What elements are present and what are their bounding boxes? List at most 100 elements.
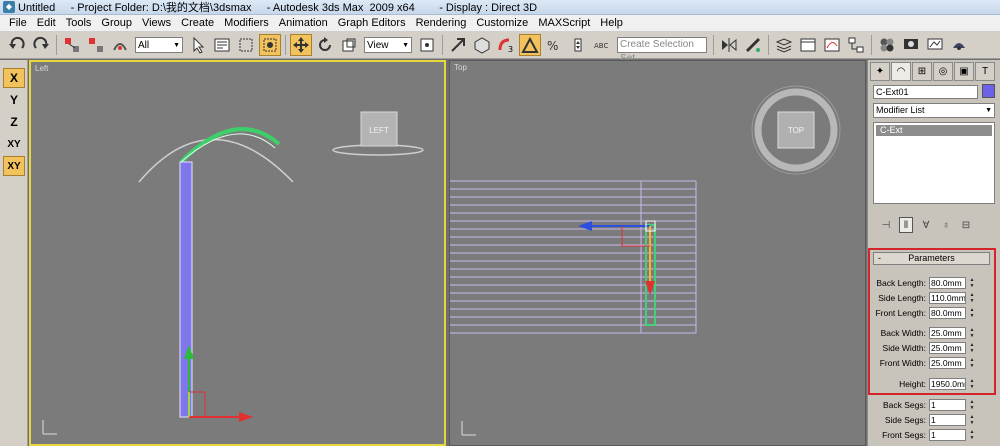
- menu-graph-editors[interactable]: Graph Editors: [333, 17, 411, 29]
- parameters-rollout-header[interactable]: - Parameters: [873, 252, 990, 265]
- bind-to-space-warp-icon[interactable]: [109, 34, 131, 56]
- height-input[interactable]: 1950.0mm: [929, 377, 966, 390]
- spinner-icon[interactable]: ▲ ▼: [968, 327, 976, 339]
- menu-rendering[interactable]: Rendering: [411, 17, 472, 29]
- side-length-input[interactable]: 110.0mm: [929, 291, 966, 304]
- named-selection-set-input[interactable]: Create Selection Set: [617, 37, 707, 64]
- title-bar: ◆ Untitled - Project Folder: D:\我的文档\3ds…: [0, 0, 1000, 15]
- undo-icon[interactable]: [6, 34, 28, 56]
- menu-file[interactable]: File: [4, 17, 32, 29]
- align-icon[interactable]: [742, 34, 764, 56]
- app-icon[interactable]: ◆: [3, 1, 15, 13]
- select-by-name-icon[interactable]: [211, 34, 233, 56]
- select-and-rotate-icon[interactable]: [314, 34, 336, 56]
- side-segs-input[interactable]: 1: [929, 413, 966, 426]
- modifier-list-dropdown[interactable]: Modifier List ▼: [873, 103, 995, 118]
- spinner-icon[interactable]: ▲ ▼: [968, 399, 976, 411]
- selection-filter-dropdown[interactable]: All ▼: [135, 37, 183, 53]
- angle-snap-icon[interactable]: [519, 34, 541, 56]
- menu-modifiers[interactable]: Modifiers: [219, 17, 274, 29]
- remove-modifier-icon[interactable]: ♁: [939, 217, 953, 233]
- menu-views[interactable]: Views: [137, 17, 176, 29]
- object-name-field[interactable]: C-Ext01: [873, 85, 978, 99]
- show-end-result-icon[interactable]: Ⅱ: [899, 217, 913, 233]
- axis-xy-button[interactable]: XY: [3, 134, 25, 154]
- menu-edit[interactable]: Edit: [32, 17, 61, 29]
- spinner-snap-icon[interactable]: [567, 34, 589, 56]
- param-back-length: Back Length: 80.0mm ▲ ▼: [876, 276, 976, 289]
- stack-tools: ⊣ Ⅱ ∀ ♁ ⊟: [873, 215, 995, 235]
- create-tab-icon[interactable]: ✦: [870, 62, 890, 81]
- menu-customize[interactable]: Customize: [471, 17, 533, 29]
- keyboard-shortcut-override-icon[interactable]: [471, 34, 493, 56]
- front-length-input[interactable]: 80.0mm: [929, 306, 966, 319]
- viewport-top[interactable]: Top TOP: [449, 60, 866, 446]
- spinner-icon[interactable]: ▲ ▼: [968, 429, 976, 441]
- window-crossing-icon[interactable]: [259, 34, 281, 56]
- select-and-move-icon[interactable]: [290, 34, 312, 56]
- axis-x-button[interactable]: X: [3, 68, 25, 88]
- spinner-icon[interactable]: ▲ ▼: [968, 292, 976, 304]
- motion-tab-icon[interactable]: ◎: [933, 62, 953, 81]
- redo-icon[interactable]: [30, 34, 52, 56]
- spinner-icon[interactable]: ▲ ▼: [968, 378, 976, 390]
- edit-named-selection-icon[interactable]: ABC: [591, 34, 613, 56]
- toolbar-separator: [56, 35, 57, 55]
- front-segs-input[interactable]: 1: [929, 428, 966, 441]
- modify-tab-icon[interactable]: ◠: [891, 62, 911, 81]
- spinner-icon[interactable]: ▲ ▼: [968, 414, 976, 426]
- modifier-stack: C-Ext: [873, 122, 995, 204]
- layer-manager-icon[interactable]: [773, 34, 795, 56]
- reference-coordinate-dropdown[interactable]: View ▼: [364, 37, 412, 53]
- viewcube-face-label[interactable]: LEFT: [369, 126, 389, 135]
- select-object-icon[interactable]: [187, 34, 209, 56]
- menu-maxscript[interactable]: MAXScript: [533, 17, 595, 29]
- spinner-icon[interactable]: ▲ ▼: [968, 342, 976, 354]
- side-width-input[interactable]: 25.0mm: [929, 341, 966, 354]
- spinner-icon[interactable]: ▲ ▼: [968, 277, 976, 289]
- select-and-link-icon[interactable]: [61, 34, 83, 56]
- menu-group[interactable]: Group: [96, 17, 137, 29]
- utilities-tab-icon[interactable]: T: [975, 62, 995, 81]
- viewport-left[interactable]: Left LEFT: [29, 60, 446, 446]
- pin-stack-icon[interactable]: ⊣: [879, 217, 893, 233]
- pivot-center-icon[interactable]: [416, 34, 438, 56]
- menu-help[interactable]: Help: [595, 17, 628, 29]
- display-tab-icon[interactable]: ▣: [954, 62, 974, 81]
- modifier-stack-item[interactable]: C-Ext: [876, 125, 992, 136]
- spinner-icon[interactable]: ▲ ▼: [968, 307, 976, 319]
- spinner-icon[interactable]: ▲ ▼: [968, 357, 976, 369]
- rendered-frame-window-icon[interactable]: [924, 34, 946, 56]
- percent-snap-icon[interactable]: %: [543, 34, 565, 56]
- render-setup-icon[interactable]: [900, 34, 922, 56]
- axis-xy-flyout-button[interactable]: XY: [3, 156, 25, 176]
- object-color-swatch[interactable]: [982, 84, 995, 98]
- unlink-selection-icon[interactable]: [85, 34, 107, 56]
- back-width-input[interactable]: 25.0mm: [929, 326, 966, 339]
- menu-animation[interactable]: Animation: [274, 17, 333, 29]
- toolbar-separator: [442, 35, 443, 55]
- graphite-modeling-icon[interactable]: [797, 34, 819, 56]
- schematic-view-icon[interactable]: [845, 34, 867, 56]
- snaps-toggle-icon[interactable]: 3: [495, 34, 517, 56]
- back-segs-input[interactable]: 1: [929, 398, 966, 411]
- chevron-down-icon: ▼: [173, 41, 180, 49]
- axis-z-button[interactable]: Z: [3, 112, 25, 132]
- axis-y-button[interactable]: Y: [3, 90, 25, 110]
- back-length-input[interactable]: 80.0mm: [929, 276, 966, 289]
- make-unique-icon[interactable]: ∀: [919, 217, 933, 233]
- param-side-segs: Side Segs: 1 ▲ ▼: [884, 413, 976, 426]
- curve-editor-icon[interactable]: [821, 34, 843, 56]
- material-editor-icon[interactable]: [876, 34, 898, 56]
- select-and-manipulate-icon[interactable]: [447, 34, 469, 56]
- viewcube-face-label[interactable]: TOP: [788, 126, 804, 135]
- mirror-icon[interactable]: [718, 34, 740, 56]
- rectangular-selection-icon[interactable]: [235, 34, 257, 56]
- front-width-input[interactable]: 25.0mm: [929, 356, 966, 369]
- hierarchy-tab-icon[interactable]: ⊞: [912, 62, 932, 81]
- menu-create[interactable]: Create: [176, 17, 219, 29]
- configure-modifier-sets-icon[interactable]: ⊟: [959, 217, 973, 233]
- menu-tools[interactable]: Tools: [61, 17, 97, 29]
- render-production-icon[interactable]: [948, 34, 970, 56]
- select-and-scale-icon[interactable]: [338, 34, 360, 56]
